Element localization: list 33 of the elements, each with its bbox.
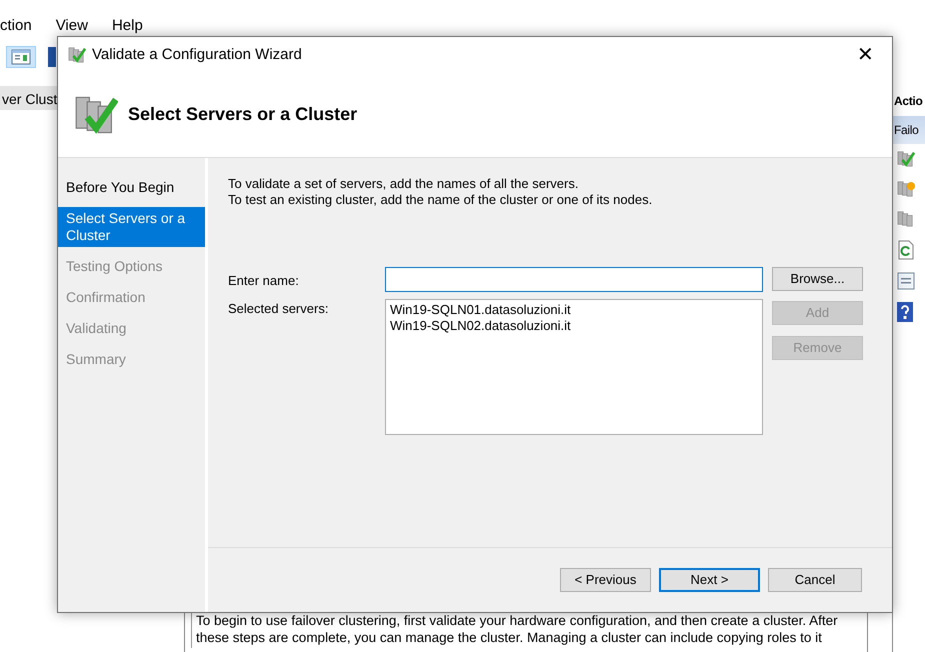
menu-item[interactable]: ction <box>0 17 32 34</box>
nav-button[interactable]: Next > <box>659 568 760 592</box>
server-icon <box>897 210 915 228</box>
instruction-text: To validate a set of servers, add the names of all the servers. <box>228 176 580 192</box>
server-check-icon <box>68 46 86 64</box>
description-text: To begin to use failover clustering, first validate your hardware configuration, and then create a cluster. After <box>196 612 839 629</box>
window-title: Validate a Configuration Wizard <box>92 44 302 65</box>
pane-header: Actio <box>893 93 924 110</box>
refresh-icon <box>897 240 915 260</box>
window-pane-icon <box>11 49 31 65</box>
side-button[interactable]: Browse... <box>772 267 863 291</box>
tree-item[interactable]: ver Clust <box>0 86 60 110</box>
server-check-icon <box>897 150 915 168</box>
list-item[interactable]: Win19-SQLN01.datasoluzioni.it <box>390 302 758 318</box>
page-heading: Select Servers or a Cluster <box>128 104 358 126</box>
toolbar-button[interactable] <box>6 46 36 68</box>
nav-button[interactable]: < Previous <box>560 568 651 592</box>
wizard-step[interactable]: Before You Begin <box>58 176 205 199</box>
wizard-step[interactable]: Select Servers or a Cluster <box>58 207 205 247</box>
nav-button[interactable]: Cancel <box>768 568 862 592</box>
description-text: these steps are complete, you can manage the cluster. Managing a cluster can include copying roles to it <box>196 629 823 646</box>
field-label: Enter name: <box>228 272 300 290</box>
instruction-text: To test an existing cluster, add the name of the cluster or one of its nodes. <box>228 192 654 208</box>
action-group-header[interactable]: Failo <box>893 116 925 144</box>
name-field[interactable] <box>385 267 763 292</box>
properties-icon <box>897 272 915 290</box>
server-list[interactable]: Win19-SQLN01.datasoluzioni.it Win19-SQLN02.datasoluzioni.it <box>385 299 763 435</box>
menu-item[interactable]: Help <box>112 17 143 34</box>
list-item[interactable]: Win19-SQLN02.datasoluzioni.it <box>390 318 758 334</box>
menu-item[interactable]: View <box>56 17 88 34</box>
close-button[interactable]: ✕ <box>849 43 882 67</box>
help-icon <box>897 302 913 322</box>
field-label: Selected servers: <box>228 300 330 318</box>
